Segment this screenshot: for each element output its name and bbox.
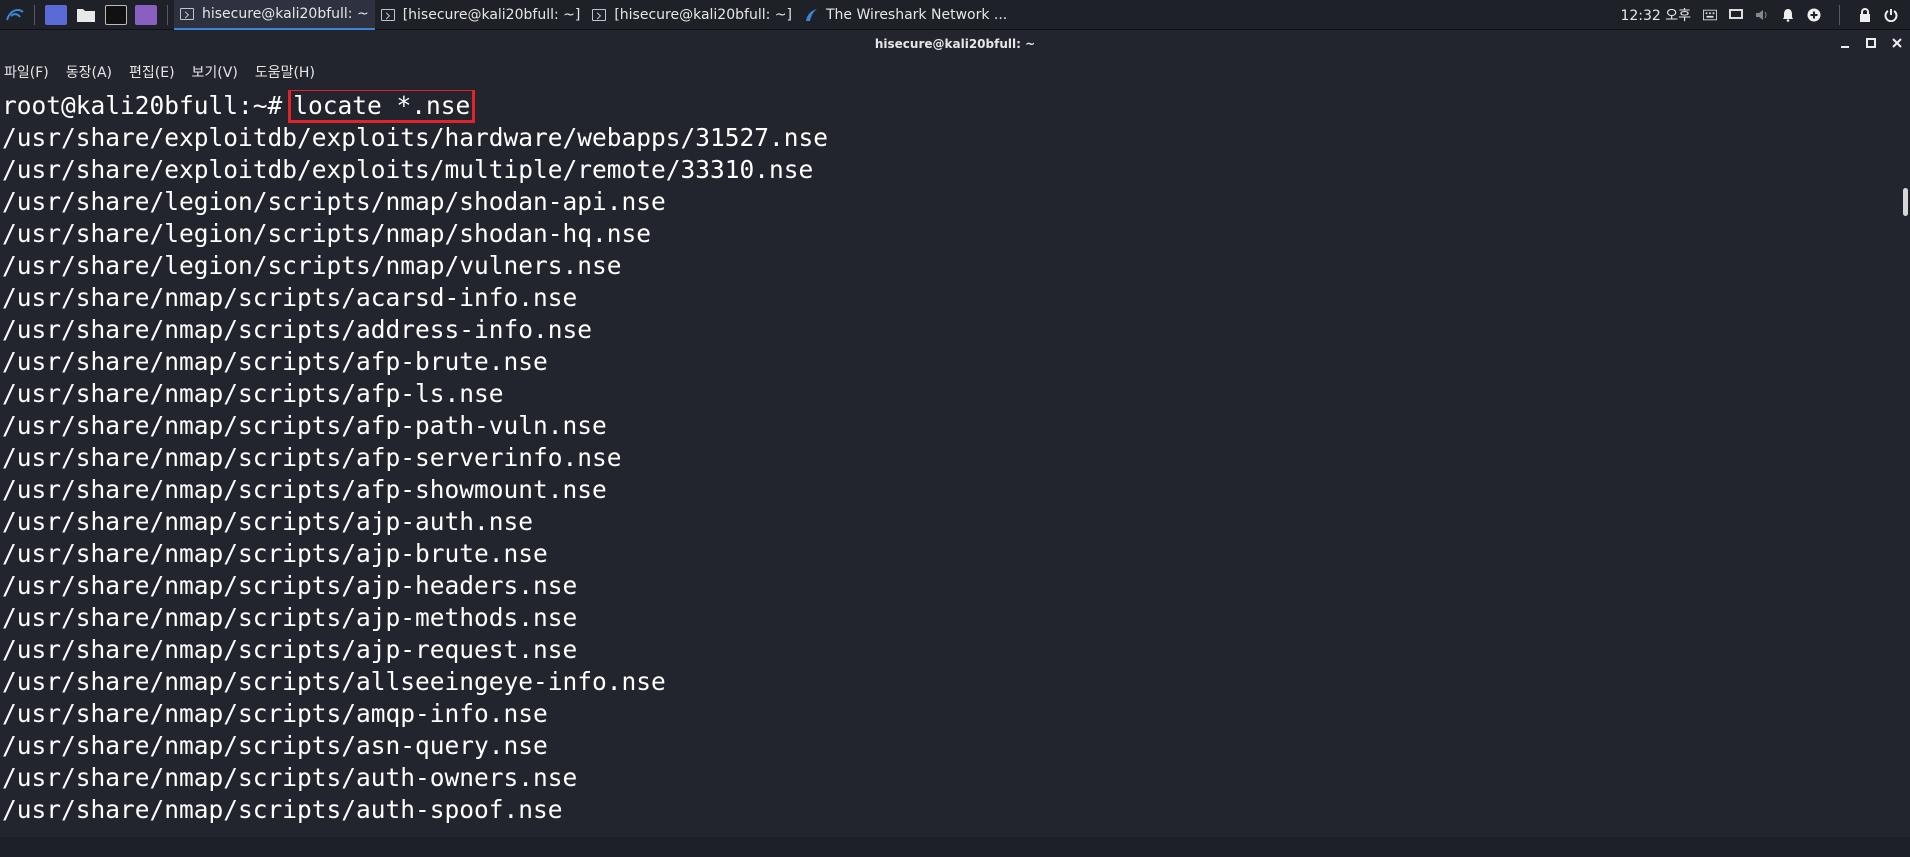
power-icon[interactable] [1884, 8, 1898, 22]
task-label: [hisecure@kali20bfull: ~] [614, 6, 792, 23]
add-circle-icon[interactable] [1807, 8, 1821, 22]
menu-help[interactable]: 도움말(H) [251, 62, 319, 82]
task-label: hisecure@kali20bfull: ~ [202, 5, 369, 22]
taskbar-separator [167, 4, 168, 25]
menu-bar: 파일(F) 동장(A) 편집(E) 보기(V) 도움말(H) [0, 58, 1910, 86]
tray-separator [1839, 4, 1840, 25]
bottom-strip [0, 837, 1910, 857]
output-line: /usr/share/nmap/scripts/asn-query.nse [2, 731, 548, 760]
wireshark-fin-icon [804, 8, 818, 22]
minimize-button[interactable] [1838, 36, 1852, 50]
clock[interactable]: 12:32 오후 [1620, 5, 1691, 25]
bell-icon[interactable] [1781, 8, 1795, 22]
output-line: /usr/share/legion/scripts/nmap/shodan-hq… [2, 219, 652, 248]
menu-file[interactable]: 파일(F) [0, 62, 53, 82]
task-terminal-2[interactable]: [hisecure@kali20bfull: ~] [375, 0, 587, 30]
output-line: /usr/share/nmap/scripts/afp-ls.nse [2, 379, 504, 408]
task-terminal-1[interactable]: hisecure@kali20bfull: ~ [174, 0, 375, 30]
menu-view[interactable]: 보기(V) [188, 62, 242, 82]
maximize-button[interactable] [1864, 36, 1878, 50]
output-line: /usr/share/nmap/scripts/afp-showmount.ns… [2, 475, 607, 504]
window-title: hisecure@kali20bfull: ~ [874, 37, 1036, 51]
scrollbar-thumb[interactable] [1903, 188, 1908, 216]
desktop-launcher-icon[interactable] [45, 4, 67, 25]
terminal-icon [180, 7, 194, 20]
output-line: /usr/share/nmap/scripts/auth-owners.nse [2, 763, 578, 792]
task-label: [hisecure@kali20bfull: ~] [402, 6, 581, 23]
highlighted-command: locate *.nse [288, 90, 476, 123]
output-line: /usr/share/legion/scripts/nmap/vulners.n… [2, 251, 622, 280]
output-line: /usr/share/exploitdb/exploits/hardware/w… [2, 123, 829, 152]
task-terminal-3[interactable]: [hisecure@kali20bfull: ~] [586, 0, 798, 30]
menu-action[interactable]: 동장(A) [62, 62, 116, 82]
output-line: /usr/share/nmap/scripts/acarsd-info.nse [2, 283, 578, 312]
output-line: /usr/share/exploitdb/exploits/multiple/r… [2, 155, 814, 184]
output-line: /usr/share/nmap/scripts/ajp-methods.nse [2, 603, 578, 632]
terminal-output[interactable]: root@kali20bfull:~# locate *.nse /usr/sha… [2, 90, 1882, 830]
keyboard-icon[interactable] [1703, 8, 1717, 22]
output-line: /usr/share/nmap/scripts/auth-spoof.nse [2, 795, 563, 824]
output-line: /usr/share/nmap/scripts/ajp-request.nse [2, 635, 578, 664]
window-controls [1838, 36, 1904, 50]
window-titlebar[interactable]: hisecure@kali20bfull: ~ [0, 30, 1910, 58]
prompt-line: root@kali20bfull:~# locate *.nse [2, 90, 1882, 123]
output-line: /usr/share/nmap/scripts/address-info.nse [2, 315, 593, 344]
output-line: /usr/share/nmap/scripts/amqp-info.nse [2, 699, 548, 728]
kali-menu-icon[interactable] [2, 2, 28, 28]
taskbar: hisecure@kali20bfull: ~ [hisecure@kali20… [0, 0, 1910, 30]
prompt: root@kali20bfull:~# [2, 91, 283, 120]
menu-edit[interactable]: 편집(E) [125, 62, 179, 82]
display-icon[interactable] [1729, 8, 1743, 22]
volume-icon[interactable] [1755, 8, 1769, 22]
terminal-launcher-icon[interactable] [105, 4, 127, 25]
output-line: /usr/share/nmap/scripts/ajp-auth.nse [2, 507, 534, 536]
taskbar-separator [34, 4, 35, 25]
lock-icon[interactable] [1858, 7, 1872, 22]
task-label: The Wireshark Network ... [825, 6, 1008, 23]
output-line: /usr/share/nmap/scripts/afp-serverinfo.n… [2, 443, 622, 472]
terminal-icon [380, 8, 395, 21]
task-wireshark[interactable]: The Wireshark Network ... [798, 0, 1013, 30]
output-line: /usr/share/nmap/scripts/ajp-headers.nse [2, 571, 578, 600]
screen-recorder-launcher-icon[interactable] [135, 4, 157, 25]
close-button[interactable] [1890, 36, 1904, 50]
folder-launcher-icon[interactable] [75, 5, 97, 25]
output-line: /usr/share/legion/scripts/nmap/shodan-ap… [2, 187, 666, 216]
output-line: /usr/share/nmap/scripts/afp-brute.nse [2, 347, 548, 376]
system-tray: 12:32 오후 [1620, 4, 1910, 25]
terminal-scrollbar[interactable] [1898, 88, 1910, 833]
output-line: /usr/share/nmap/scripts/ajp-brute.nse [2, 539, 548, 568]
terminal-icon [592, 8, 607, 21]
output-line: /usr/share/nmap/scripts/afp-path-vuln.ns… [2, 411, 607, 440]
output-line: /usr/share/nmap/scripts/allseeingeye-inf… [2, 667, 666, 696]
